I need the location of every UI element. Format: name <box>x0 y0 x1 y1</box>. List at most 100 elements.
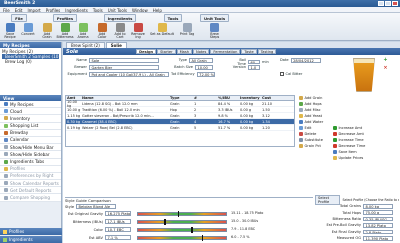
maximize-button[interactable] <box>385 1 391 6</box>
close-icon[interactable]: × <box>383 66 388 71</box>
calc-bitter-label: Cal Bitter <box>285 72 303 76</box>
efficiency-input[interactable]: 72.00 % <box>196 72 215 77</box>
column-header[interactable]: %/IBU <box>218 96 240 100</box>
ingredient-cell: 1.15 kg <box>67 113 81 118</box>
ingredient-adjust-actions: Increase Amt Decrease Amt Increase Time Dec… <box>333 125 393 180</box>
menu-profiles[interactable]: Profiles <box>46 8 61 13</box>
ingredient-cell: 10.00 g <box>67 107 81 112</box>
date-input[interactable]: 28/04/2012 <box>290 58 321 63</box>
stat-label: Total Grains <box>339 204 361 209</box>
style-label: Style <box>65 204 75 209</box>
steps-icon <box>210 23 220 32</box>
stat-label: Est Final Gravity <box>331 229 361 234</box>
calc-bitter-checkbox[interactable] <box>280 72 284 76</box>
view-tab[interactable]: Mash <box>176 48 193 55</box>
add-to-cart-button[interactable]: Add to Cart <box>112 23 128 40</box>
print-tag-button[interactable]: Print Tag <box>177 23 197 36</box>
ingredient-cell: 1 <box>194 101 197 106</box>
add-icon[interactable]: + <box>383 58 388 63</box>
ingredient-cell: 3.3 IBUs <box>218 107 233 112</box>
type-label: Type <box>178 58 187 63</box>
action-label: Add Misc <box>304 108 321 112</box>
close-button[interactable] <box>392 1 398 6</box>
ingredient-cell: 0.00 kg <box>240 113 254 118</box>
nav-item-icon <box>4 109 8 114</box>
menu-window[interactable]: Window <box>132 8 148 13</box>
column-header[interactable]: # <box>194 96 218 100</box>
date-label: Date <box>280 58 289 63</box>
view-tab[interactable]: Fermentation <box>210 48 241 55</box>
menu-tools[interactable]: Tools <box>93 8 103 13</box>
ingredient-cell: Gotter sieveran - Bot/Prescrib 12.0 min.… <box>82 113 154 118</box>
view-tab[interactable]: Design <box>136 48 157 55</box>
sidebar-footer-profiles[interactable]: Profiles <box>0 228 62 235</box>
column-header[interactable]: Type <box>170 96 194 100</box>
nav-item-label: Show Calendar Reports <box>10 180 59 186</box>
recipe-title: Sole <box>66 48 79 55</box>
name-input[interactable]: Sole <box>89 58 159 63</box>
action-label: Add Yeast <box>304 114 323 118</box>
view-tab[interactable]: Starter <box>157 48 176 55</box>
doc-tab-active[interactable]: Solie <box>105 42 127 48</box>
convert-button[interactable]: Convert <box>20 23 36 40</box>
ingredient-cell: Grain <box>170 113 180 118</box>
stat-row: Measured OG 11.390 Plato <box>315 236 393 241</box>
doc-tab[interactable]: Brew Spirit (2) <box>66 42 105 48</box>
menu-edit[interactable]: Edit <box>15 8 23 13</box>
menu-file[interactable]: File <box>3 8 10 13</box>
action-icon <box>299 114 303 118</box>
save-recipe-button[interactable]: Save Recipe <box>2 23 18 40</box>
brew-steps-button[interactable]: Brew Steps <box>207 23 223 40</box>
minimize-button[interactable] <box>378 1 384 6</box>
adjust-icon <box>333 156 337 160</box>
add-color-button[interactable]: Add Color <box>94 23 110 40</box>
style-select[interactable]: Belgian Blond Ale <box>76 204 117 210</box>
stat-value: 11.390 Plato <box>363 236 393 241</box>
menu-unit-tools[interactable]: Unit Tools <box>108 8 127 13</box>
adjust-button[interactable]: Update Prices <box>333 155 393 161</box>
brewer-input[interactable]: Garten Bier <box>89 65 159 70</box>
add-aroma-button[interactable]: Add Aroma <box>75 23 91 40</box>
remove-ingredient-button[interactable]: Remove Ing <box>130 23 146 40</box>
ingredient-cell: 1.50 <box>262 107 270 112</box>
nav-item-label: Preferences by Right <box>10 173 54 179</box>
style-row: Est ABV 7.1 % <box>65 235 131 241</box>
menu-ingredients[interactable]: Ingredients <box>65 8 88 13</box>
window-title: BeerSmith 2 <box>4 1 36 6</box>
type-select[interactable]: All Grain <box>189 58 213 63</box>
add-grain-button[interactable]: Add Grain <box>39 23 55 40</box>
style-row-range: 6.0 - 7.5 % <box>231 235 250 239</box>
version-input[interactable]: 1.0 <box>248 65 260 70</box>
menu-help[interactable]: Help <box>153 8 162 13</box>
boil-time-input[interactable]: 60 <box>248 59 260 65</box>
view-tab[interactable]: Taste <box>241 48 257 55</box>
name-label: Name <box>76 58 87 63</box>
sidebar-nav-item[interactable]: Compare Shopping <box>0 194 61 202</box>
cart-icon <box>115 23 125 32</box>
style-row-label: Est Original Gravity <box>67 211 103 216</box>
set-as-default-button[interactable]: Set as Default <box>149 23 175 36</box>
add-bitterness-button[interactable]: Add Bitterness <box>56 23 74 40</box>
recipe-form: Name Sole Brewer Garten Bier Equipment Pot … <box>65 57 335 93</box>
style-row-range: 15.0 - 30.0 IBUs <box>231 219 259 223</box>
nav-item-label: Calendar <box>10 137 29 143</box>
view-tab[interactable]: Tasting <box>257 48 277 55</box>
nav-item-icon <box>4 116 8 121</box>
column-header[interactable]: Name <box>82 96 170 100</box>
ingredient-row[interactable]: 0.19 kg Weizer (2 Row) Bel (2.8 EBC) Grain… <box>66 125 294 131</box>
stats-title: Select Profile (Choose the Ratio to disp… <box>342 197 399 202</box>
sidebar-footer-ingredients[interactable]: Ingredients <box>0 236 62 243</box>
nav-item-icon <box>4 145 8 150</box>
batch-size-input[interactable]: 10.00 <box>195 65 213 70</box>
action-button[interactable]: Grain Pct <box>299 143 333 149</box>
toolbar-group-label: File <box>11 14 27 22</box>
action-icon <box>299 126 303 130</box>
equipment-select[interactable]: Pot and Cooler (10 Gal/37.9 L) - All Gra… <box>89 72 169 77</box>
column-header[interactable]: Cost <box>262 96 292 100</box>
view-tab[interactable]: Notes <box>193 48 210 55</box>
menu-import[interactable]: Import <box>27 8 40 13</box>
beer-glass-preview: + × <box>341 55 399 95</box>
tree-item[interactable]: Brew Log (0) <box>2 59 59 64</box>
select-profile-link[interactable]: Select Profile <box>315 194 341 205</box>
column-header[interactable]: Inventory <box>240 96 262 100</box>
